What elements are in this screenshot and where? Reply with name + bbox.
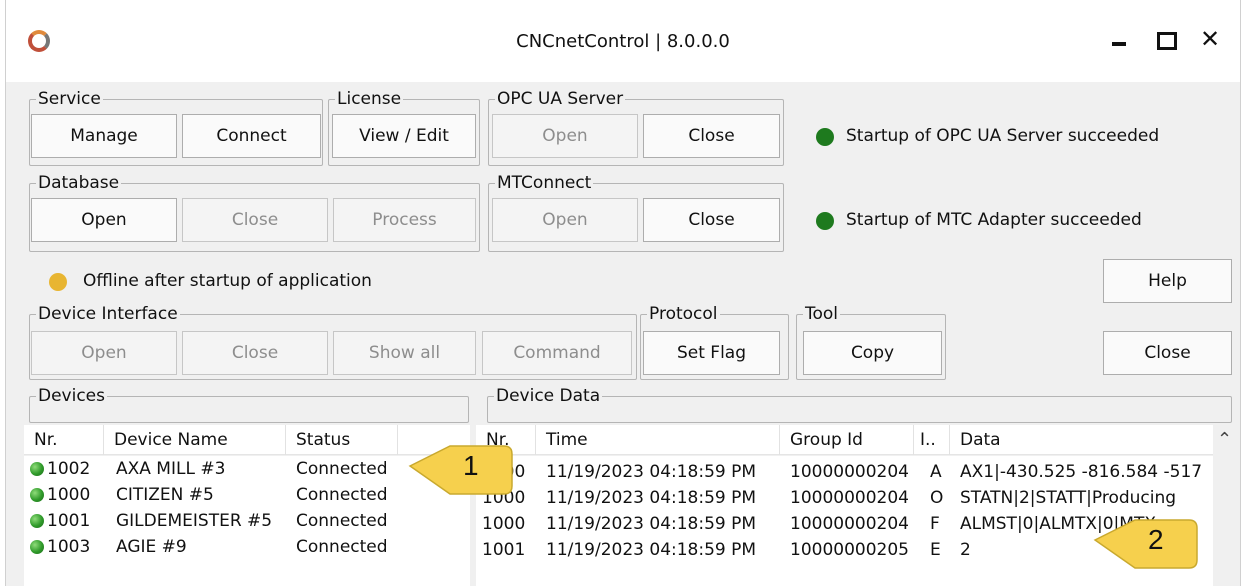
table-row[interactable]: 1000 11/19/2023 04:18:59 PM 10000000204 …	[476, 485, 1213, 511]
data-col-time[interactable]: Time	[536, 425, 780, 455]
connected-status-icon	[30, 488, 44, 502]
app-status-text: Offline after startup of application	[83, 271, 372, 291]
protocol-legend: Protocol	[649, 304, 718, 324]
connected-status-icon	[30, 540, 44, 554]
device-open-button[interactable]: Open	[31, 331, 177, 375]
data-group-id: 10000000204	[790, 462, 909, 482]
device-show-all-button[interactable]: Show all	[333, 331, 476, 375]
table-row[interactable]: 1003 AGIE #9 Connected	[24, 534, 470, 560]
data-i: A	[930, 462, 942, 482]
data-group-id: 10000000204	[790, 514, 909, 534]
mtc-status-indicator	[816, 212, 834, 230]
data-i: E	[930, 540, 941, 560]
data-value: AX1|-430.525 -816.584 -517	[960, 462, 1203, 482]
tool-legend: Tool	[805, 304, 839, 324]
main-close-button[interactable]: Close	[1103, 331, 1232, 375]
devices-col-device-name[interactable]: Device Name	[104, 425, 286, 455]
connected-status-icon	[30, 462, 44, 476]
callout-2-marker	[1093, 519, 1198, 569]
data-group-id: 10000000204	[790, 488, 909, 508]
mtconnect-legend: MTConnect	[497, 173, 592, 193]
maximize-icon[interactable]	[1147, 22, 1181, 56]
service-connect-button[interactable]: Connect	[182, 114, 321, 158]
opc-ua-close-button[interactable]: Close	[643, 114, 780, 158]
database-close-button[interactable]: Close	[182, 198, 328, 242]
devices-group: Devices	[29, 387, 469, 423]
data-nr: 1001	[482, 540, 526, 560]
device-nr: 1002	[47, 459, 91, 479]
data-col-data[interactable]: Data	[950, 425, 1213, 455]
connected-status-icon	[30, 514, 44, 528]
database-legend: Database	[38, 173, 120, 193]
opc-ua-legend: OPC UA Server	[497, 89, 624, 109]
opc-ua-open-button[interactable]: Open	[492, 114, 638, 158]
data-group-id: 10000000205	[790, 540, 909, 560]
device-name: GILDEMEISTER #5	[116, 511, 273, 531]
database-open-button[interactable]: Open	[31, 198, 177, 242]
close-window-icon[interactable]: ✕	[1193, 22, 1227, 56]
copy-button[interactable]: Copy	[803, 331, 942, 375]
device-status: Connected	[296, 485, 388, 505]
table-row[interactable]: 1000 CITIZEN #5 Connected	[24, 482, 470, 508]
scroll-up-icon[interactable]: ⌃	[1217, 429, 1232, 450]
callout-1-marker	[408, 445, 513, 495]
device-nr: 1001	[47, 511, 91, 531]
title-bar: CNCnetControl | 8.0.0.0 ✕	[6, 0, 1240, 82]
device-data-legend: Device Data	[496, 386, 601, 406]
data-nr: 1000	[482, 514, 526, 534]
device-close-button[interactable]: Close	[182, 331, 328, 375]
data-time: 11/19/2023 04:18:59 PM	[546, 462, 757, 482]
device-command-button[interactable]: Command	[482, 331, 632, 375]
help-button[interactable]: Help	[1103, 259, 1232, 303]
devices-table-body: 1002 AXA MILL #3 Connected 1000 CITIZEN …	[24, 456, 470, 586]
mtconnect-close-button[interactable]: Close	[643, 198, 780, 242]
device-nr: 1000	[47, 485, 91, 505]
data-time: 11/19/2023 04:18:59 PM	[546, 488, 757, 508]
callout-2-label: 2	[1148, 524, 1164, 555]
mtconnect-open-button[interactable]: Open	[492, 198, 638, 242]
data-time: 11/19/2023 04:18:59 PM	[546, 540, 757, 560]
database-process-button[interactable]: Process	[333, 198, 476, 242]
device-nr: 1003	[47, 537, 91, 557]
service-legend: Service	[38, 89, 101, 109]
license-view-edit-button[interactable]: View / Edit	[332, 114, 476, 158]
data-time: 11/19/2023 04:18:59 PM	[546, 514, 757, 534]
device-status: Connected	[296, 459, 388, 479]
app-status-indicator	[49, 273, 67, 291]
device-interface-legend: Device Interface	[38, 304, 178, 324]
data-col-group-id[interactable]: Group Id	[780, 425, 914, 455]
license-legend: License	[337, 89, 402, 109]
table-row[interactable]: 1001 GILDEMEISTER #5 Connected	[24, 508, 470, 534]
minimize-icon[interactable]	[1102, 22, 1136, 56]
devices-legend: Devices	[38, 386, 105, 406]
device-status: Connected	[296, 511, 388, 531]
data-i: F	[930, 514, 940, 534]
devices-col-status[interactable]: Status	[286, 425, 398, 455]
opc-ua-status-text: Startup of OPC UA Server succeeded	[846, 126, 1160, 146]
set-flag-button[interactable]: Set Flag	[643, 331, 780, 375]
opc-ua-status-indicator	[816, 128, 834, 146]
data-value: STATN|2|STATT|Producing	[960, 488, 1177, 508]
table-row[interactable]: 1002 AXA MILL #3 Connected	[24, 456, 470, 482]
app-window: CNCnetControl | 8.0.0.0 ✕ Service Manage…	[5, 0, 1241, 586]
device-status: Connected	[296, 537, 388, 557]
device-name: CITIZEN #5	[116, 485, 214, 505]
mtc-status-text: Startup of MTC Adapter succeeded	[846, 210, 1142, 230]
data-col-i[interactable]: I..	[914, 425, 950, 455]
device-data-group: Device Data	[487, 387, 1232, 423]
table-row[interactable]: 1000 11/19/2023 04:18:59 PM 10000000204 …	[476, 459, 1213, 485]
device-name: AXA MILL #3	[116, 459, 226, 479]
device-name: AGIE #9	[116, 537, 187, 557]
devices-table-header: Nr. Device Name Status	[24, 425, 470, 455]
data-i: O	[930, 488, 944, 508]
devices-col-nr[interactable]: Nr.	[24, 425, 104, 455]
window-title: CNCnetControl | 8.0.0.0	[516, 31, 730, 52]
service-manage-button[interactable]: Manage	[31, 114, 177, 158]
data-table-header: Nr. Time Group Id I.. Data	[476, 425, 1213, 455]
callout-1-label: 1	[463, 450, 479, 481]
